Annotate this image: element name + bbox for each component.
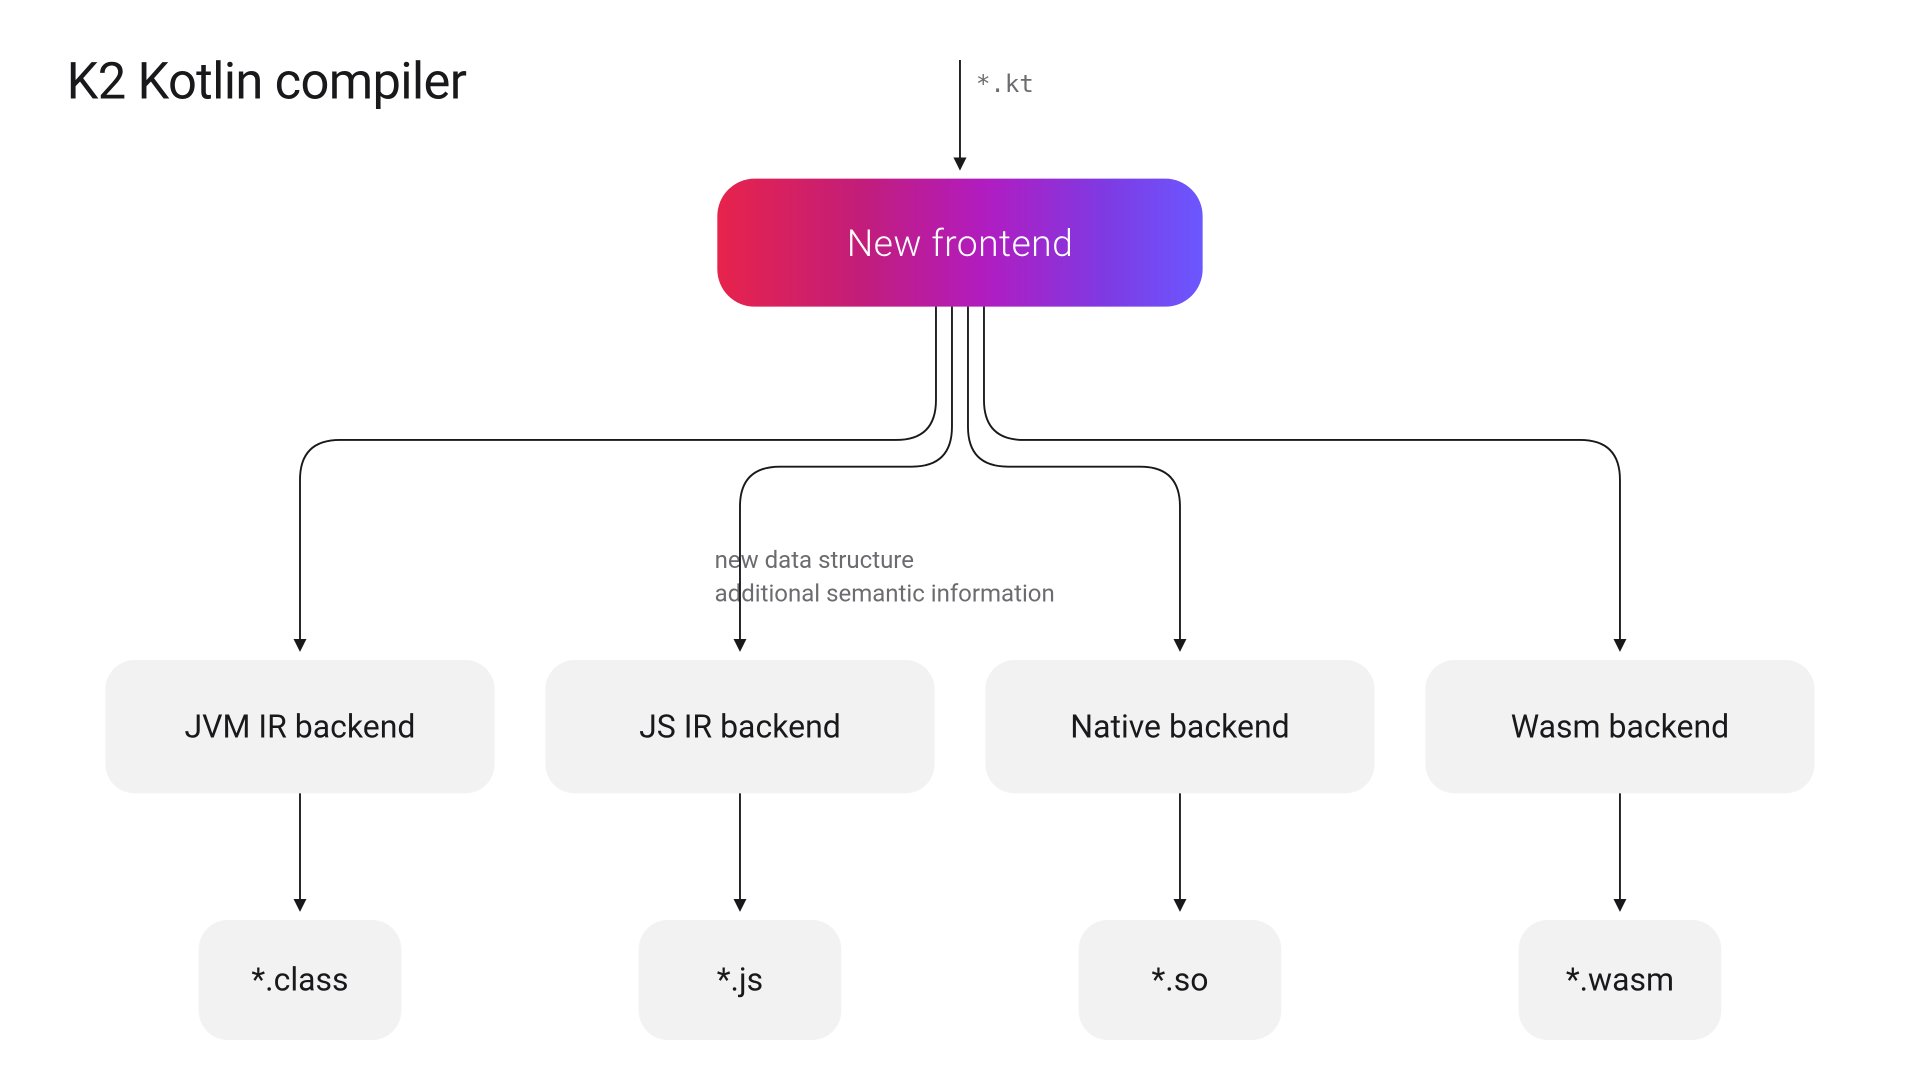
edge-annotation: new data structure additional semantic i… — [715, 544, 1055, 611]
connectors — [0, 0, 1920, 1080]
output-js: *.js — [639, 920, 842, 1040]
backend-jvm: JVM IR backend — [105, 660, 494, 793]
backend-native: Native backend — [985, 660, 1374, 793]
backend-wasm: Wasm backend — [1425, 660, 1814, 793]
page-title: K2 Kotlin compiler — [67, 53, 467, 112]
backend-label: JS IR backend — [639, 708, 841, 745]
output-label: *.wasm — [1566, 961, 1674, 998]
frontend-node: New frontend — [717, 179, 1202, 307]
input-label: *.kt — [976, 71, 1034, 99]
output-label: *.js — [717, 961, 763, 998]
output-jvm: *.class — [199, 920, 402, 1040]
output-label: *.so — [1151, 961, 1208, 998]
edge-annotation-line2: additional semantic information — [715, 578, 1055, 612]
output-native: *.so — [1079, 920, 1282, 1040]
backend-label: Native backend — [1070, 708, 1289, 745]
backend-js: JS IR backend — [545, 660, 934, 793]
output-wasm: *.wasm — [1519, 920, 1722, 1040]
edge-annotation-line1: new data structure — [715, 544, 1055, 578]
backend-label: Wasm backend — [1511, 708, 1730, 745]
output-label: *.class — [251, 961, 348, 998]
frontend-label: New frontend — [847, 221, 1074, 265]
backend-label: JVM IR backend — [184, 708, 415, 745]
